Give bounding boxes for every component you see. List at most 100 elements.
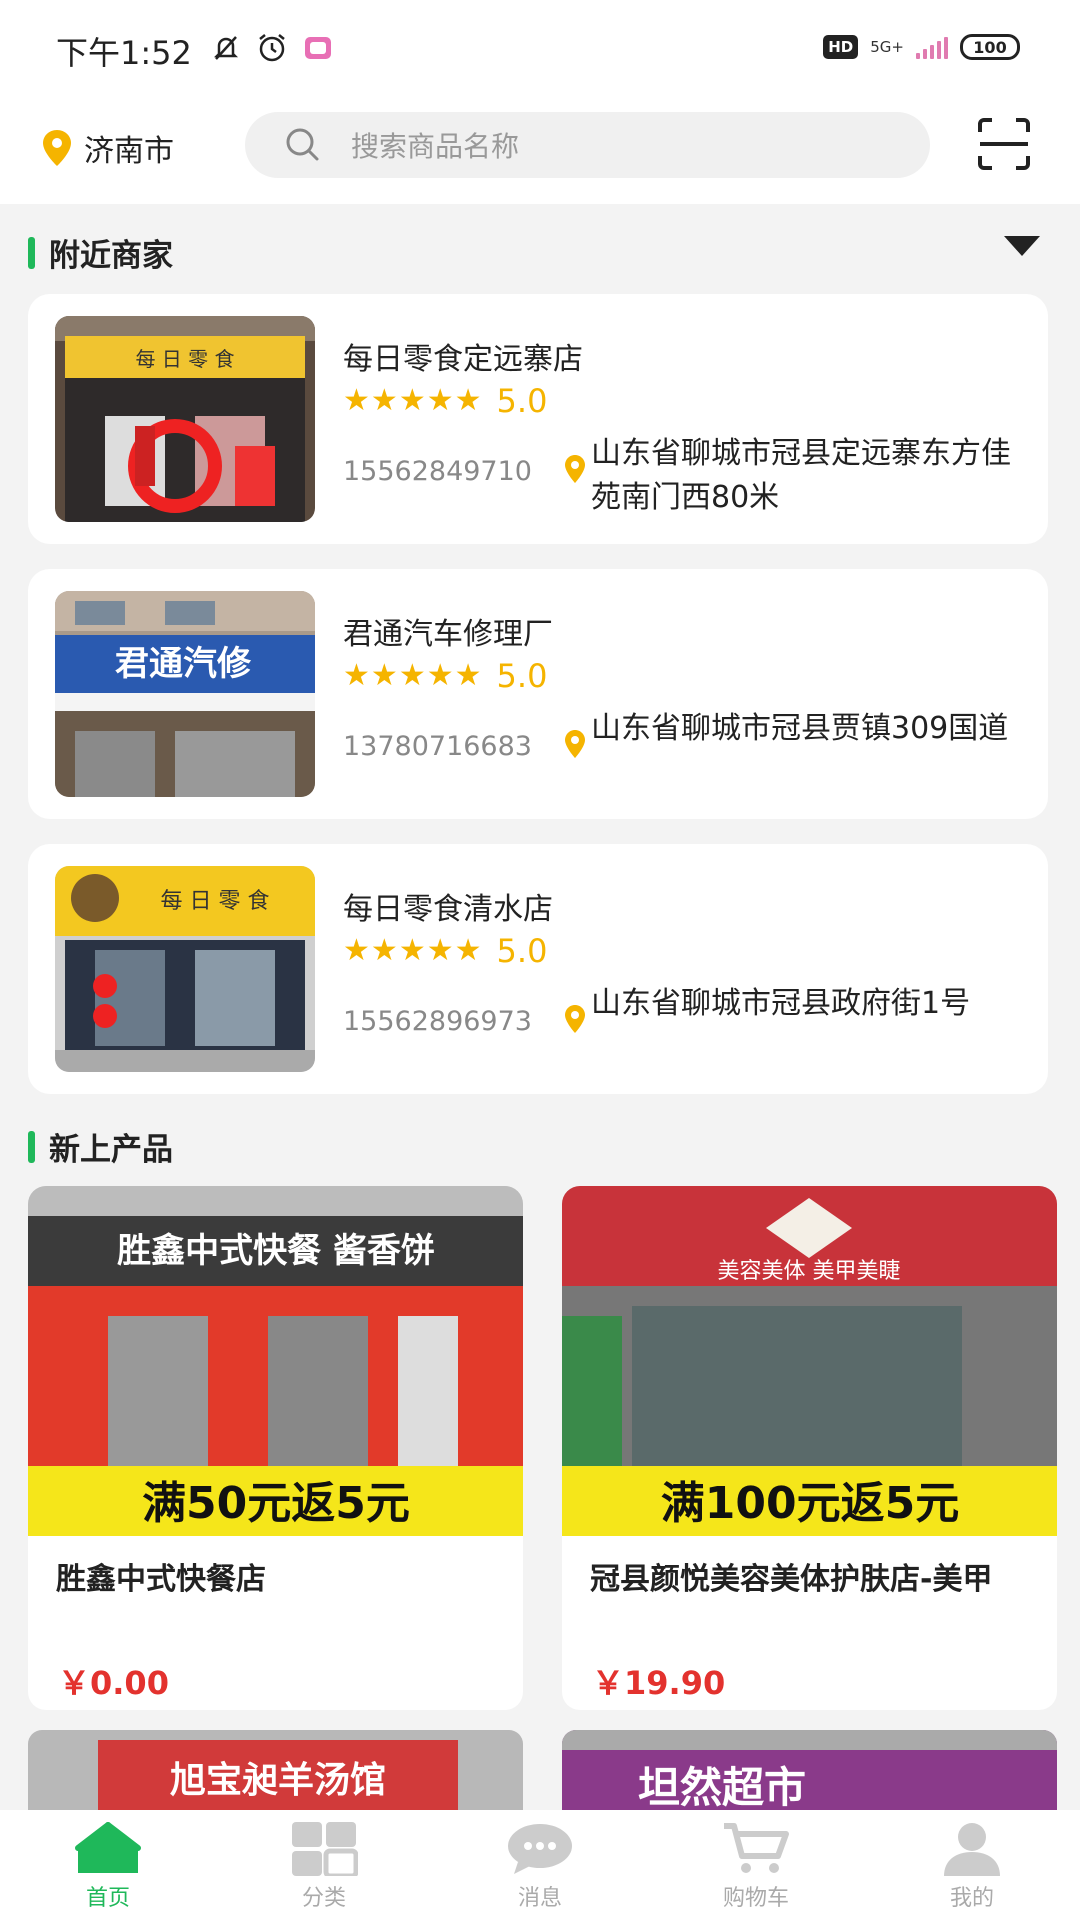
nearby-section-title: 附近商家: [28, 230, 173, 275]
bottom-tab-bar: 首页 分类 消息 购物车 我的: [0, 1810, 1080, 1920]
rating-score: 5.0: [496, 657, 548, 695]
location-pin-icon: [565, 455, 585, 483]
product-promo-text: 满50元返5元: [142, 1478, 410, 1529]
product-card[interactable]: 旭宝昶羊汤馆: [28, 1730, 523, 1820]
store-name: 每日零食定远寨店: [343, 342, 583, 377]
product-sign-text: 坦然超市: [638, 1763, 806, 1812]
hd-badge: HD: [823, 35, 859, 59]
store-phone[interactable]: 15562896973: [343, 1006, 532, 1037]
product-promo-text: 满100元返5元: [661, 1478, 959, 1529]
alarm-icon: [259, 34, 285, 62]
star-icon: ★: [370, 658, 398, 693]
city-label: 济南市: [84, 134, 174, 169]
tab-home[interactable]: 首页: [0, 1810, 216, 1920]
new-products-section-title: 新上产品: [28, 1124, 173, 1169]
search-placeholder: 搜索商品名称: [351, 130, 520, 163]
chevron-down-icon[interactable]: [1004, 236, 1040, 256]
star-icon: ★: [398, 933, 426, 968]
star-icon: ★: [398, 658, 426, 693]
status-bar: 下午1:52 HD 5G+ 100: [0, 0, 1080, 100]
store-card[interactable]: 每 日 零 食 每日零食清水店 ★ ★ ★ ★ ★ 5.0 15562896973 山东…: [28, 844, 1048, 1094]
search-icon: [286, 128, 319, 161]
search-bar[interactable]: 搜索商品名称: [245, 112, 930, 178]
app-notification-icon: [305, 37, 331, 59]
star-icon: ★: [370, 383, 398, 418]
star-icon: ★: [426, 383, 454, 418]
store-address: 山东省聊城市冠县定远寨东方佳苑南门西80米: [591, 436, 1011, 515]
network-type: 5G+: [870, 38, 904, 56]
star-rating: ★ ★ ★ ★ ★ 5.0: [343, 932, 547, 970]
product-sign-text: 胜鑫中式快餐 酱香饼: [117, 1231, 435, 1271]
store-sign-text: 君通汽修: [115, 644, 252, 684]
rating-score: 5.0: [496, 932, 548, 970]
status-icons: [210, 32, 334, 64]
product-image: 美容美体 美甲美睫 满100元返5元: [562, 1186, 1057, 1536]
location-pin-icon: [43, 130, 71, 166]
battery-icon: 100: [960, 34, 1020, 60]
star-rating: ★ ★ ★ ★ ★ 5.0: [343, 382, 547, 420]
status-right: HD 5G+ 100: [823, 34, 1020, 60]
star-icon: ★: [454, 658, 482, 693]
star-icon: ★: [454, 383, 482, 418]
location-pin-icon: [565, 730, 585, 758]
message-icon: [508, 1824, 572, 1874]
tab-label: 分类: [301, 1886, 346, 1911]
status-time: 下午1:52: [56, 34, 192, 72]
store-name: 每日零食清水店: [343, 892, 553, 927]
cart-icon: [724, 1823, 789, 1873]
product-card[interactable]: 胜鑫中式快餐 酱香饼 满50元返5元 胜鑫中式快餐店 ￥0.00: [28, 1186, 523, 1710]
tab-category[interactable]: 分类: [216, 1810, 432, 1920]
product-name: 胜鑫中式快餐店: [56, 1562, 266, 1597]
star-icon: ★: [454, 933, 482, 968]
star-icon: ★: [426, 933, 454, 968]
tab-label: 消息: [517, 1886, 562, 1911]
star-icon: ★: [343, 383, 370, 418]
product-card[interactable]: 美容美体 美甲美睫 满100元返5元 冠县颜悦美容美体护肤店-美甲 ￥19.90: [562, 1186, 1057, 1710]
section-accent-bar: [28, 1130, 35, 1163]
product-sign-text: 旭宝昶羊汤馆: [170, 1759, 386, 1801]
tab-label: 首页: [85, 1886, 130, 1911]
tab-profile[interactable]: 我的: [864, 1810, 1080, 1920]
star-icon: ★: [398, 383, 426, 418]
rating-score: 5.0: [496, 382, 548, 420]
product-card[interactable]: 坦然超市: [562, 1730, 1057, 1820]
product-sign-text: 美容美体 美甲美睫: [718, 1259, 901, 1284]
store-image: 每 日 零 食: [55, 316, 315, 522]
star-icon: ★: [370, 933, 398, 968]
store-address: 山东省聊城市冠县贾镇309国道: [591, 711, 1009, 746]
store-image: 君通汽修: [55, 591, 315, 797]
store-phone[interactable]: 13780716683: [343, 731, 532, 762]
store-card[interactable]: 每 日 零 食 每日零食定远寨店 ★ ★ ★ ★ ★ 5.0 15562849710 山…: [28, 294, 1048, 544]
star-rating: ★ ★ ★ ★ ★ 5.0: [343, 657, 547, 695]
location-selector[interactable]: 济南市: [40, 126, 174, 170]
scan-icon[interactable]: [976, 116, 1032, 172]
product-price: ￥19.90: [592, 1664, 726, 1702]
star-icon: ★: [426, 658, 454, 693]
product-price: ￥0.00: [58, 1664, 169, 1702]
store-image: 每 日 零 食: [55, 866, 315, 1072]
star-icon: ★: [343, 658, 370, 693]
store-phone[interactable]: 15562849710: [343, 456, 532, 487]
store-name: 君通汽车修理厂: [343, 617, 553, 652]
category-icon: [292, 1822, 358, 1876]
tab-label: 我的: [949, 1886, 994, 1911]
store-card[interactable]: 君通汽修 君通汽车修理厂 ★ ★ ★ ★ ★ 5.0 13780716683 山东省聊城…: [28, 569, 1048, 819]
profile-icon: [944, 1823, 1000, 1876]
location-pin-icon: [565, 1005, 585, 1033]
store-sign-text: 每 日 零 食: [135, 347, 234, 371]
battery-level: 100: [973, 37, 1007, 57]
tab-cart[interactable]: 购物车: [648, 1810, 864, 1920]
store-address: 山东省聊城市冠县政府街1号: [591, 986, 971, 1021]
signal-icon: [916, 35, 948, 59]
product-name: 冠县颜悦美容美体护肤店-美甲: [590, 1562, 993, 1597]
tab-messages[interactable]: 消息: [432, 1810, 648, 1920]
section-accent-bar: [28, 236, 35, 269]
star-icon: ★: [343, 933, 370, 968]
bell-off-icon: [213, 36, 239, 60]
section-title-text: 附近商家: [49, 238, 173, 274]
top-header: 济南市 搜索商品名称: [0, 100, 1080, 204]
home-icon: [75, 1822, 141, 1873]
store-sign-text: 每 日 零 食: [161, 889, 270, 914]
tab-label: 购物车: [722, 1886, 789, 1911]
product-image: 胜鑫中式快餐 酱香饼 满50元返5元: [28, 1186, 523, 1536]
